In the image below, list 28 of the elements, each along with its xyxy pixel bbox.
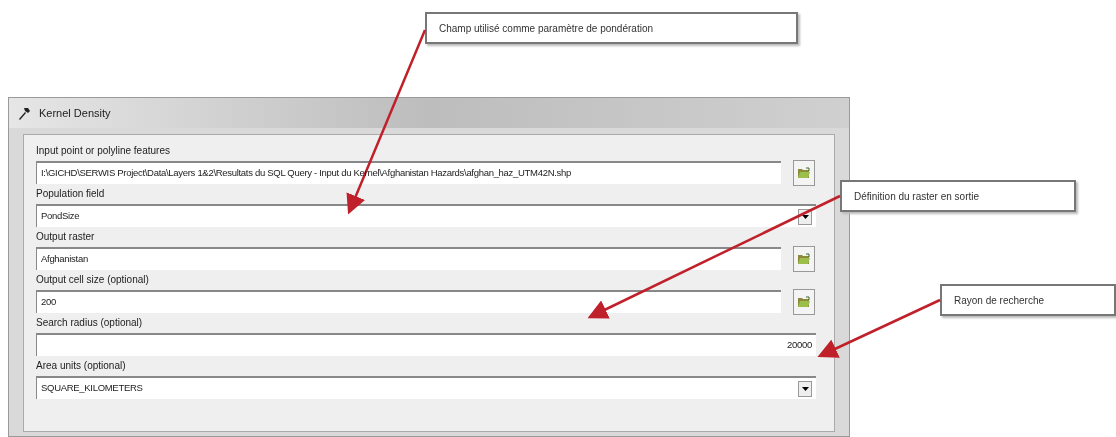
open-folder-icon [797, 252, 811, 265]
field-label: Search radius (optional) [36, 316, 144, 330]
browse-button[interactable] [793, 245, 815, 272]
field-value: 20000 [787, 338, 812, 353]
callout-text: Champ utilisé comme paramètre de pondération [439, 21, 653, 36]
field-value: SQUARE_KILOMETERS [41, 381, 143, 396]
field-label: Area units (optional) [36, 359, 127, 373]
field-label: Population field [36, 187, 106, 201]
dropdown-field[interactable]: SQUARE_KILOMETERS [36, 376, 816, 399]
field-value: Afghanistan [41, 252, 88, 267]
input-field[interactable]: 20000 [36, 333, 816, 356]
open-folder-icon [797, 166, 811, 179]
browse-button[interactable] [793, 159, 815, 186]
input-field[interactable]: Afghanistan [36, 247, 781, 270]
open-folder-icon [797, 295, 811, 308]
field-value: PondSize [41, 209, 80, 224]
field-label: Input point or polyline features [36, 144, 171, 158]
dropdown-field[interactable]: PondSize [36, 204, 816, 227]
field-value: 200 [41, 295, 56, 310]
callout-text: Définition du raster en sortie [854, 189, 980, 204]
hammer-icon [17, 106, 31, 120]
browse-button[interactable] [793, 288, 815, 315]
field-label: Output cell size (optional) [36, 273, 150, 287]
window-title: Kernel Density [39, 105, 111, 121]
input-field[interactable]: 200 [36, 290, 781, 313]
field-label: Output raster [36, 230, 96, 244]
callout-text: Rayon de recherche [954, 293, 1045, 308]
dropdown-caret-icon[interactable] [798, 380, 812, 397]
